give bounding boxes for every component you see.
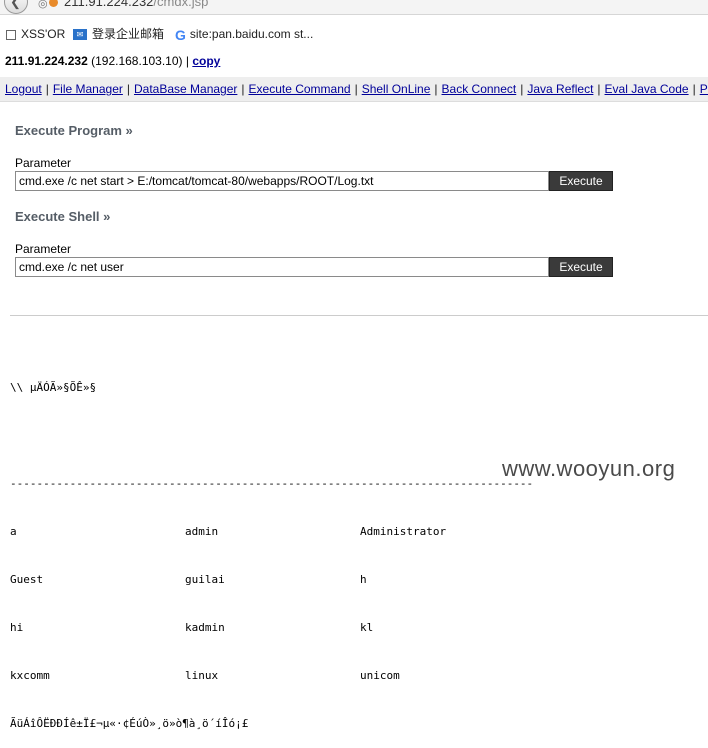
user-cell: unicom bbox=[360, 669, 400, 682]
output-footer: ÃüÁîÔËÐÐÍê±Ï£¬µ«·¢ÉúÒ»¸ö»ò¶à¸ö´íÎó¡£ bbox=[10, 717, 249, 730]
nav-separator: | bbox=[434, 82, 438, 96]
execute-shell-button[interactable]: Execute bbox=[549, 257, 613, 277]
warning-icon bbox=[48, 0, 58, 7]
user-cell: kl bbox=[360, 621, 374, 634]
execute-program-title: Execute Program » bbox=[15, 123, 133, 138]
user-cell: linux bbox=[185, 669, 219, 682]
execute-program-param-label: Parameter bbox=[15, 156, 72, 170]
user-cell: h bbox=[360, 573, 367, 586]
nav-eval-java-code[interactable]: Eval Java Code bbox=[605, 82, 689, 96]
back-arrow-icon: ❮ bbox=[10, 0, 21, 9]
local-ip: (192.168.103.10) bbox=[91, 54, 183, 68]
user-cell: guilai bbox=[185, 573, 225, 586]
nav-more-truncated[interactable]: Po bbox=[700, 82, 708, 96]
user-cell: Guest bbox=[10, 573, 44, 586]
mail-icon: ✉ bbox=[73, 29, 87, 41]
bookmark-google-search[interactable]: Gsite:pan.baidu.com st... bbox=[175, 24, 313, 44]
page-icon bbox=[6, 29, 16, 40]
execute-shell-title: Execute Shell » bbox=[15, 209, 111, 224]
separator: | bbox=[185, 54, 189, 68]
browser-chrome: ❮ ◎ 211.91.224.232/cmdx.jsp XSS'OR ✉ 登录企业… bbox=[0, 0, 708, 48]
bookmark-enterprise-mail[interactable]: ✉ 登录企业邮箱 bbox=[73, 24, 164, 44]
globe-icon: ◎ bbox=[38, 0, 48, 10]
nav-shell-online[interactable]: Shell OnLine bbox=[362, 82, 431, 96]
copy-link[interactable]: copy bbox=[192, 54, 220, 68]
nav-links: Logout | File Manager | DataBase Manager | Exe… bbox=[5, 82, 708, 96]
nav-execute-command[interactable]: Execute Command bbox=[249, 82, 351, 96]
table-row: Guest guilai h bbox=[10, 572, 533, 588]
user-cell: hi bbox=[10, 621, 24, 634]
host-info: 211.91.224.232 (192.168.103.10) | copy bbox=[5, 53, 220, 69]
user-cell: kadmin bbox=[185, 621, 225, 634]
user-cell: admin bbox=[185, 525, 219, 538]
nav-separator: | bbox=[692, 82, 696, 96]
nav-separator: | bbox=[597, 82, 601, 96]
nav-separator: | bbox=[45, 82, 49, 96]
url-path: /cmdx.jsp bbox=[153, 0, 209, 9]
execute-program-button[interactable]: Execute bbox=[549, 171, 613, 191]
output-header: \\ µÄÓÃ»§ÕÊ»§ bbox=[10, 381, 97, 394]
nav-logout[interactable]: Logout bbox=[5, 82, 42, 96]
output-rule: ----------------------------------------… bbox=[10, 477, 534, 490]
bookmark-label: XSS'OR bbox=[21, 27, 66, 41]
section-divider bbox=[10, 315, 708, 316]
nav-separator: | bbox=[241, 82, 245, 96]
nav-java-reflect[interactable]: Java Reflect bbox=[527, 82, 593, 96]
table-row: hi kadmin kl bbox=[10, 620, 533, 636]
nav-database-manager[interactable]: DataBase Manager bbox=[134, 82, 237, 96]
site-info-icons[interactable]: ◎ bbox=[38, 0, 58, 10]
user-cell: kxcomm bbox=[10, 669, 50, 682]
bookmarks-bar: XSS'OR ✉ 登录企业邮箱 Gsite:pan.baidu.com st... bbox=[0, 24, 708, 46]
output-blank bbox=[10, 428, 533, 444]
nav-separator: | bbox=[126, 82, 130, 96]
url-host: 211.91.224.232 bbox=[64, 0, 154, 9]
nav-separator: | bbox=[520, 82, 524, 96]
server-host: 211.91.224.232 bbox=[5, 54, 88, 68]
nav-back-connect[interactable]: Back Connect bbox=[442, 82, 517, 96]
execute-shell-param-label: Parameter bbox=[15, 242, 72, 256]
nav-separator: | bbox=[354, 82, 358, 96]
bookmark-label: 登录企业邮箱 bbox=[92, 27, 165, 41]
execute-shell-input[interactable] bbox=[15, 257, 549, 277]
nav-file-manager[interactable]: File Manager bbox=[53, 82, 123, 96]
bookmark-xssor[interactable]: XSS'OR bbox=[6, 24, 65, 44]
table-row: a admin Administrator bbox=[10, 524, 533, 540]
user-cell: a bbox=[10, 525, 17, 538]
table-row: kxcomm linux unicom bbox=[10, 668, 533, 684]
google-icon: G bbox=[175, 26, 186, 43]
watermark: www.wooyun.org bbox=[502, 456, 676, 481]
bookmark-label: site:pan.baidu.com st... bbox=[189, 27, 314, 41]
execute-program-input[interactable] bbox=[15, 171, 549, 191]
user-cell: Administrator bbox=[360, 525, 447, 538]
command-output: \\ µÄÓÃ»§ÕÊ»§ --------------------------… bbox=[10, 348, 533, 748]
url-text[interactable]: 211.91.224.232/cmdx.jsp bbox=[64, 0, 208, 9]
nav-bar: Logout | File Manager | DataBase Manager | Exe… bbox=[0, 77, 708, 102]
